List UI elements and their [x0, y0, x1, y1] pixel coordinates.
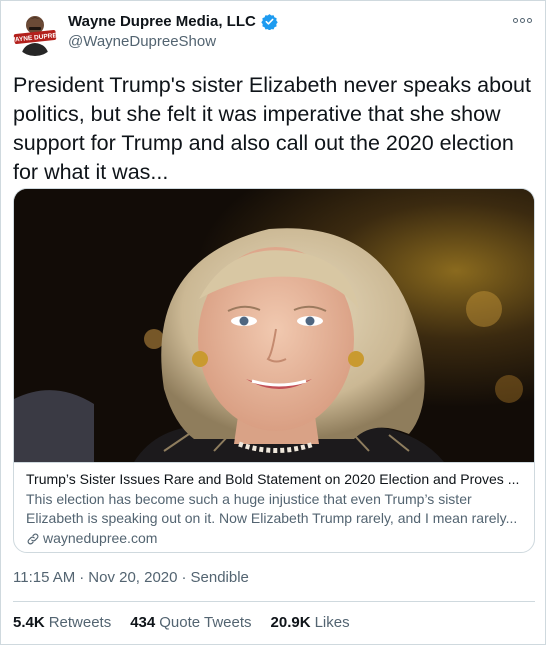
quote-tweets-stat[interactable]: 434 Quote Tweets — [130, 614, 251, 631]
quote-tweets-label: Quote Tweets — [159, 614, 252, 631]
likes-count: 20.9K — [270, 614, 311, 631]
tweet-date[interactable]: Nov 20, 2020 — [88, 569, 177, 586]
tweet-source[interactable]: Sendible — [191, 569, 249, 586]
tweet-meta: 11:15 AM · Nov 20, 2020 · Sendible — [13, 569, 249, 586]
author-name-row: Wayne Dupree Media, LLC — [68, 13, 278, 31]
more-options-icon[interactable] — [512, 13, 532, 27]
likes-label: Likes — [314, 614, 350, 631]
retweets-count: 5.4K — [13, 614, 45, 631]
meta-separator: · — [79, 569, 85, 586]
card-title[interactable]: Trump’s Sister Issues Rare and Bold Stat… — [26, 470, 522, 489]
quote-tweets-count: 434 — [130, 614, 156, 631]
retweets-label: Retweets — [48, 614, 112, 631]
tweet-text: President Trump's sister Elizabeth never… — [13, 73, 531, 184]
card-description: This election has become such a huge inj… — [26, 491, 518, 526]
divider — [13, 601, 535, 602]
author-handle[interactable]: @WayneDupreeShow — [68, 33, 216, 50]
link-preview-card[interactable]: Trump’s Sister Issues Rare and Bold Stat… — [13, 188, 535, 553]
meta-separator: · — [181, 569, 187, 586]
link-icon — [26, 532, 40, 546]
card-image[interactable] — [14, 189, 534, 462]
card-domain[interactable]: waynedupree.com — [26, 529, 522, 548]
avatar-logo-image: WAYNE DUPREE — [13, 12, 57, 56]
verified-badge-icon — [261, 13, 278, 31]
retweets-stat[interactable]: 5.4K Retweets — [13, 614, 111, 631]
likes-stat[interactable]: 20.9K Likes — [271, 614, 350, 631]
author-avatar[interactable]: WAYNE DUPREE — [13, 12, 57, 56]
tweet-stats: 5.4K Retweets 434 Quote Tweets 20.9K Lik… — [13, 614, 350, 631]
author-display-name[interactable]: Wayne Dupree Media, LLC — [68, 13, 256, 30]
card-domain-text: waynedupree.com — [43, 530, 158, 546]
card-body: Trump’s Sister Issues Rare and Bold Stat… — [14, 462, 534, 552]
tweet-time[interactable]: 11:15 AM — [13, 569, 75, 586]
tweet-container: WAYNE DUPREE Wayne Dupree Media, LLC @Wa… — [0, 0, 546, 645]
